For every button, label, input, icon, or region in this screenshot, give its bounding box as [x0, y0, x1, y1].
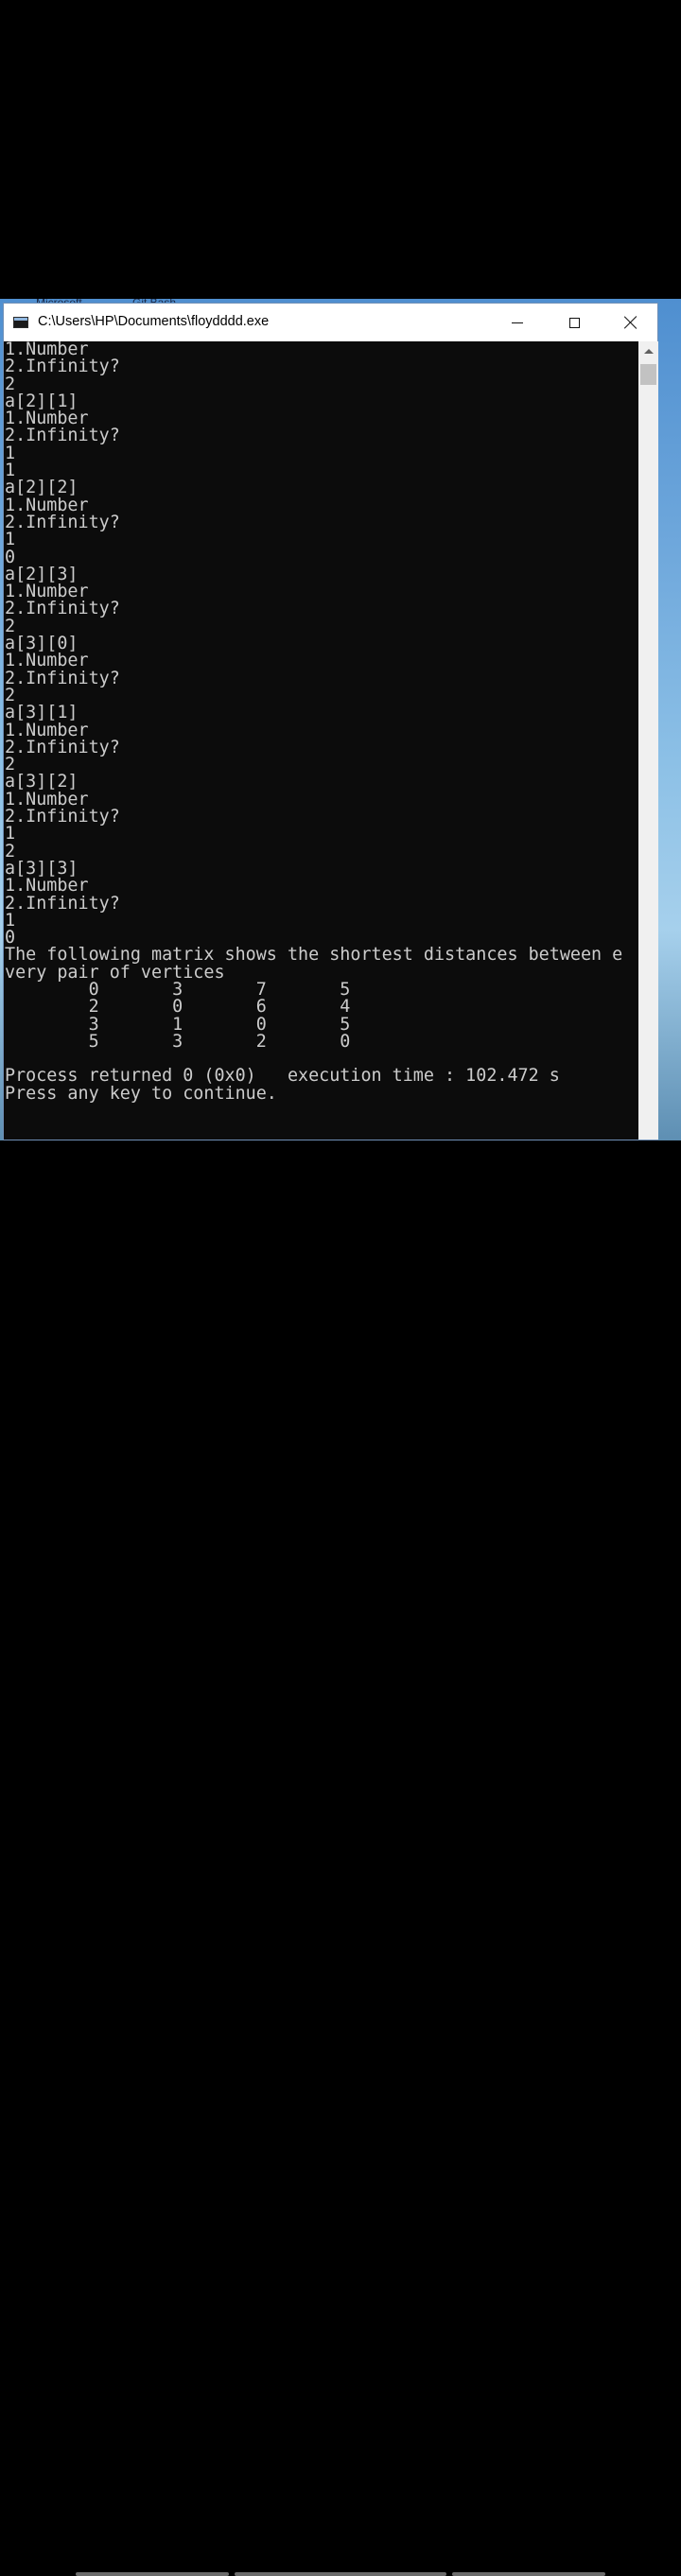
console-line: Press any key to continue.	[5, 1083, 277, 1104]
console-line: 2.Infinity?	[5, 512, 120, 532]
console-line: 2.Infinity?	[5, 599, 120, 619]
maximize-icon	[568, 317, 580, 328]
scroll-thumb[interactable]	[640, 364, 656, 385]
phone-top-black-area	[0, 0, 681, 299]
nav-gesture-bar-segment	[235, 2572, 446, 2576]
vertical-scrollbar[interactable]	[638, 341, 658, 1140]
console-line: 2.Infinity?	[5, 357, 120, 377]
console-line: 2.Infinity?	[5, 807, 120, 827]
console-line: 2.Infinity?	[5, 737, 120, 757]
console-app-icon	[13, 317, 28, 328]
scroll-up-button[interactable]	[638, 341, 658, 360]
phone-bottom-black-area	[0, 1140, 681, 2576]
console-line: 2.Infinity?	[5, 668, 120, 688]
close-icon	[624, 316, 637, 329]
nav-gesture-bar-segment	[76, 2572, 229, 2576]
title-bar[interactable]: C:\Users\HP\Documents\floydddd.exe	[4, 304, 657, 341]
console-line: 2.Infinity?	[5, 893, 120, 914]
nav-gesture-bar-segment	[452, 2572, 605, 2576]
console-text: 1.Number 2.Infinity? 2 a[2][1] 1.Number …	[4, 341, 638, 1103]
minimize-button[interactable]	[490, 304, 545, 341]
maximize-button[interactable]	[547, 304, 602, 341]
window-title: C:\Users\HP\Documents\floydddd.exe	[38, 314, 270, 329]
close-button[interactable]	[603, 304, 658, 341]
minimize-icon	[512, 322, 523, 323]
console-window: C:\Users\HP\Documents\floydddd.exe 1.Num…	[3, 303, 658, 1140]
console-line: 5 3 2 0	[5, 1031, 351, 1052]
chevron-up-icon	[643, 348, 654, 354]
console-output[interactable]: 1.Number 2.Infinity? 2 a[2][1] 1.Number …	[4, 341, 638, 1140]
console-line: 2.Infinity?	[5, 426, 120, 446]
